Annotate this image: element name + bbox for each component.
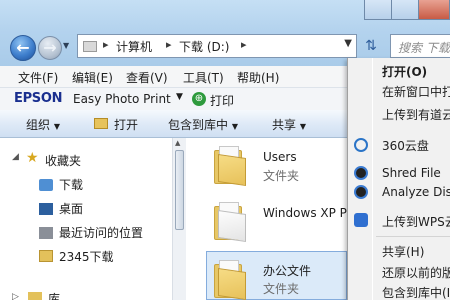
wps-cloud-icon xyxy=(354,213,368,227)
menu-item-analyze-disk[interactable]: Analyze Disk xyxy=(382,185,450,199)
search-placeholder: 搜索 下载 xyxy=(398,41,450,55)
file-type: 文件夹 xyxy=(263,282,300,296)
menu-edit[interactable]: 编辑(E) xyxy=(72,69,113,86)
breadcrumb-separator[interactable]: ▸ xyxy=(241,38,247,51)
recent-pages-dropdown[interactable]: ▼ xyxy=(63,41,69,50)
menu-item-restore-previous[interactable]: 还原以前的版 xyxy=(382,264,450,281)
cloud-icon xyxy=(354,138,368,152)
file-name[interactable]: Windows XP P xyxy=(263,206,347,220)
breadcrumb-separator[interactable]: ▸ xyxy=(103,38,109,51)
organize-button[interactable]: 组织 ▼ xyxy=(26,116,60,133)
menu-item-upload-wps[interactable]: 上传到WPS云 xyxy=(382,213,450,230)
breadcrumb-downloads-drive[interactable]: 下载 (D:) xyxy=(179,38,229,55)
print-button[interactable]: 打印 xyxy=(210,92,234,109)
organize-label: 组织 xyxy=(26,118,51,132)
chevron-down-icon: ▼ xyxy=(231,122,238,131)
nav-pane-scrollbar[interactable]: ▲ xyxy=(172,138,186,300)
breadcrumb-computer[interactable]: 计算机 xyxy=(116,38,152,55)
file-name[interactable]: Users xyxy=(263,150,297,164)
navigation-pane: ◢ ★ 收藏夹 下载 桌面 最近访问的位置 2345下载 ▷ 库 xyxy=(0,138,186,300)
menu-gutter xyxy=(372,58,373,300)
libraries-header[interactable]: 库 xyxy=(48,290,60,300)
menu-item-open[interactable]: 打开(O) xyxy=(382,63,427,80)
desktop-icon xyxy=(39,203,53,215)
folder-icon xyxy=(214,146,246,186)
folder-icon xyxy=(214,202,246,242)
printer-icon[interactable]: ⊕ xyxy=(192,92,206,106)
menu-item-shred-file[interactable]: Shred File xyxy=(382,166,441,180)
share-label: 共享 xyxy=(272,118,297,132)
close-button[interactable] xyxy=(418,0,450,20)
address-bar[interactable]: ▸ 计算机 ▸ 下载 (D:) ▸ ▼ xyxy=(77,34,357,58)
scrollbar-thumb[interactable] xyxy=(175,150,184,230)
refresh-icon[interactable]: ⇅ xyxy=(360,36,382,56)
arrow-left-icon: ← xyxy=(16,38,30,57)
nav-item-2345-downloads[interactable]: 2345下载 xyxy=(59,248,114,265)
nav-item-desktop[interactable]: 桌面 xyxy=(59,200,83,217)
menu-tools[interactable]: 工具(T) xyxy=(183,69,224,86)
include-in-library-label: 包含到库中 xyxy=(168,118,229,132)
expand-arrow-icon[interactable]: ▷ xyxy=(12,292,19,300)
menu-view[interactable]: 查看(V) xyxy=(126,69,168,86)
menu-item-360-cloud[interactable]: 360云盘 xyxy=(382,137,429,154)
open-button[interactable]: 打开 xyxy=(114,116,138,133)
download-folder-icon xyxy=(39,179,53,191)
star-icon: ★ xyxy=(26,150,39,166)
recent-places-icon xyxy=(39,227,53,239)
nav-item-downloads[interactable]: 下载 xyxy=(59,176,83,193)
easy-photo-print-button[interactable]: Easy Photo Print xyxy=(73,92,171,106)
arrow-right-icon: → xyxy=(43,38,57,57)
analyze-disk-icon xyxy=(354,185,368,199)
share-button[interactable]: 共享 ▼ xyxy=(272,116,306,133)
context-menu: 打开(O) 在新窗口中打 上传到有道云 360云盘 Shred File Ana… xyxy=(347,58,450,300)
folder-open-icon xyxy=(94,118,108,129)
menu-file[interactable]: 文件(F) xyxy=(18,69,58,86)
maximize-button[interactable] xyxy=(391,0,419,20)
menu-item-upload-youdao[interactable]: 上传到有道云 xyxy=(382,106,450,123)
scroll-up-icon[interactable]: ▲ xyxy=(175,139,180,147)
minimize-button[interactable] xyxy=(364,0,392,20)
expand-arrow-icon[interactable]: ◢ xyxy=(12,152,19,162)
computer-icon xyxy=(83,41,97,52)
favorites-header[interactable]: 收藏夹 xyxy=(45,152,81,169)
menu-item-include-library[interactable]: 包含到库中(I xyxy=(382,284,450,300)
file-name[interactable]: 办公文件 xyxy=(263,262,311,279)
folder-icon xyxy=(214,260,246,300)
address-dropdown-icon[interactable]: ▼ xyxy=(344,38,352,49)
library-icon xyxy=(28,292,42,300)
shred-icon xyxy=(354,166,368,180)
chevron-down-icon[interactable]: ▼ xyxy=(176,92,183,102)
include-in-library-button[interactable]: 包含到库中 ▼ xyxy=(168,116,238,133)
breadcrumb-separator[interactable]: ▸ xyxy=(166,38,172,51)
chevron-down-icon: ▼ xyxy=(299,122,306,131)
forward-button[interactable]: → xyxy=(38,36,62,60)
epson-logo: EPSON xyxy=(14,91,63,106)
file-type: 文件夹 xyxy=(263,169,300,183)
menu-item-share[interactable]: 共享(H) xyxy=(382,243,424,260)
back-button[interactable]: ← xyxy=(10,35,36,61)
folder-icon xyxy=(39,250,53,262)
menu-separator xyxy=(376,236,450,237)
chevron-down-icon: ▼ xyxy=(53,122,60,131)
search-box[interactable]: 搜索 下载 xyxy=(390,34,450,58)
window-controls xyxy=(360,0,450,22)
selected-file-row[interactable]: 办公文件 文件夹 xyxy=(206,251,347,300)
menu-help[interactable]: 帮助(H) xyxy=(237,69,279,86)
nav-item-recent-places[interactable]: 最近访问的位置 xyxy=(59,224,143,241)
menu-item-open-new-window[interactable]: 在新窗口中打 xyxy=(382,83,450,100)
